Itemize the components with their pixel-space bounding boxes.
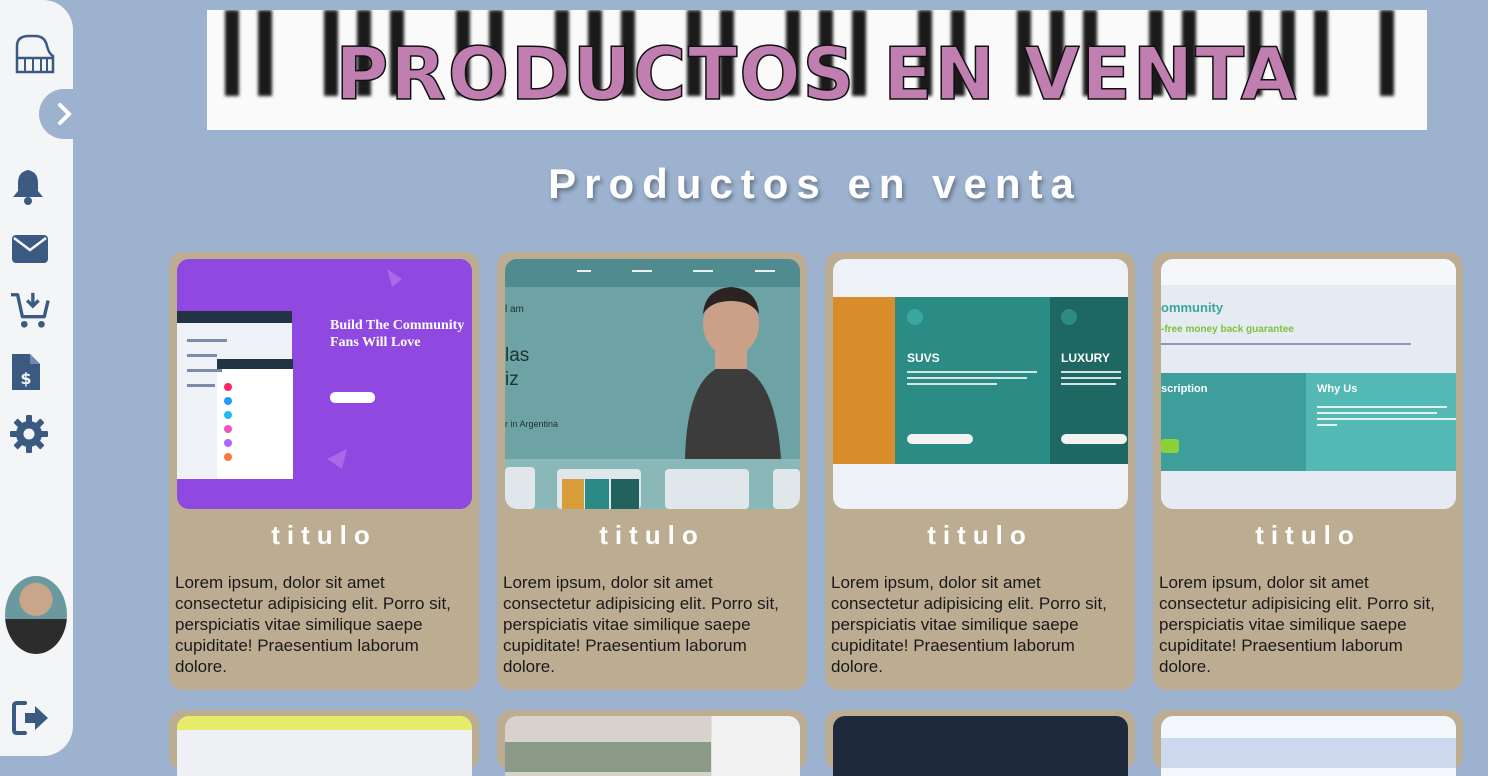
product-card[interactable] <box>825 710 1135 776</box>
product-description: Lorem ipsum, dolor sit amet consectetur … <box>831 573 1107 676</box>
thumbnail-tagline: -free money back guarantee <box>1161 324 1294 335</box>
thumbnail-graphic <box>505 259 800 509</box>
product-description: Lorem ipsum, dolor sit amet consectetur … <box>175 573 451 676</box>
product-thumbnail[interactable] <box>1161 716 1456 776</box>
thumbnail-section-label: scription <box>1161 383 1208 395</box>
product-title: titulo <box>927 520 1033 550</box>
product-card[interactable] <box>169 710 479 776</box>
mail-icon[interactable] <box>10 229 50 269</box>
product-thumbnail[interactable]: l am las iz r in Argentina <box>505 259 800 509</box>
sidebar-toggle-button[interactable] <box>39 89 91 139</box>
product-description: Lorem ipsum, dolor sit amet consectetur … <box>503 573 779 676</box>
piano-icon[interactable] <box>13 32 57 76</box>
product-thumbnail[interactable]: Build The Community Fans Will Love <box>177 259 472 509</box>
product-thumbnail[interactable] <box>505 716 800 776</box>
product-title: titulo <box>1255 520 1361 550</box>
product-card[interactable] <box>1153 710 1463 776</box>
product-card[interactable]: Build The Community Fans Will Love titul… <box>169 252 479 690</box>
product-thumbnail[interactable] <box>833 716 1128 776</box>
product-thumbnail[interactable] <box>177 716 472 776</box>
thumbnail-card-label: SUVS <box>907 351 940 365</box>
thumbnail-heading: ommunity <box>1161 300 1224 315</box>
logout-icon[interactable] <box>11 698 51 738</box>
page-subtitle: Productos en venta <box>548 160 1082 207</box>
gear-icon[interactable] <box>9 414 49 454</box>
banner-title: PRODUCTOS EN VENTA <box>335 31 1299 117</box>
bell-icon[interactable] <box>8 166 48 206</box>
thumbnail-name-line: iz <box>505 369 519 390</box>
sidebar: $ <box>0 0 91 756</box>
thumbnail-heading-line: Fans Will Love <box>330 335 421 350</box>
thumbnail-heading-line: Build The Community <box>330 318 465 333</box>
cart-download-icon[interactable] <box>10 290 50 330</box>
avatar[interactable] <box>5 576 67 654</box>
product-card[interactable]: ommunity -free money back guarantee scri… <box>1153 252 1463 690</box>
thumbnail-caption: r in Argentina <box>505 419 559 429</box>
product-title: titulo <box>271 520 377 550</box>
invoice-icon[interactable]: $ <box>6 352 46 392</box>
svg-text:$: $ <box>20 369 31 388</box>
product-title: titulo <box>599 520 705 550</box>
banner: PRODUCTOS EN VENTA <box>207 10 1427 130</box>
thumbnail-section-label: Why Us <box>1317 383 1358 395</box>
product-card[interactable] <box>497 710 807 776</box>
thumbnail-card-label: LUXURY <box>1061 351 1110 365</box>
thumbnail-graphic <box>833 297 1128 464</box>
product-card[interactable]: l am las iz r in Argentina titulo Lorem … <box>497 252 807 690</box>
product-card[interactable]: SUVS LUXURY titulo Lorem ipsum, dolor si… <box>825 252 1135 690</box>
product-thumbnail[interactable]: ommunity -free money back guarantee scri… <box>1161 259 1456 509</box>
thumbnail-name-line: las <box>505 345 530 366</box>
chevron-right-icon <box>58 103 72 125</box>
thumbnail-graphic <box>177 269 402 479</box>
product-thumbnail[interactable]: SUVS LUXURY <box>833 259 1128 509</box>
product-description: Lorem ipsum, dolor sit amet consectetur … <box>1159 573 1435 676</box>
